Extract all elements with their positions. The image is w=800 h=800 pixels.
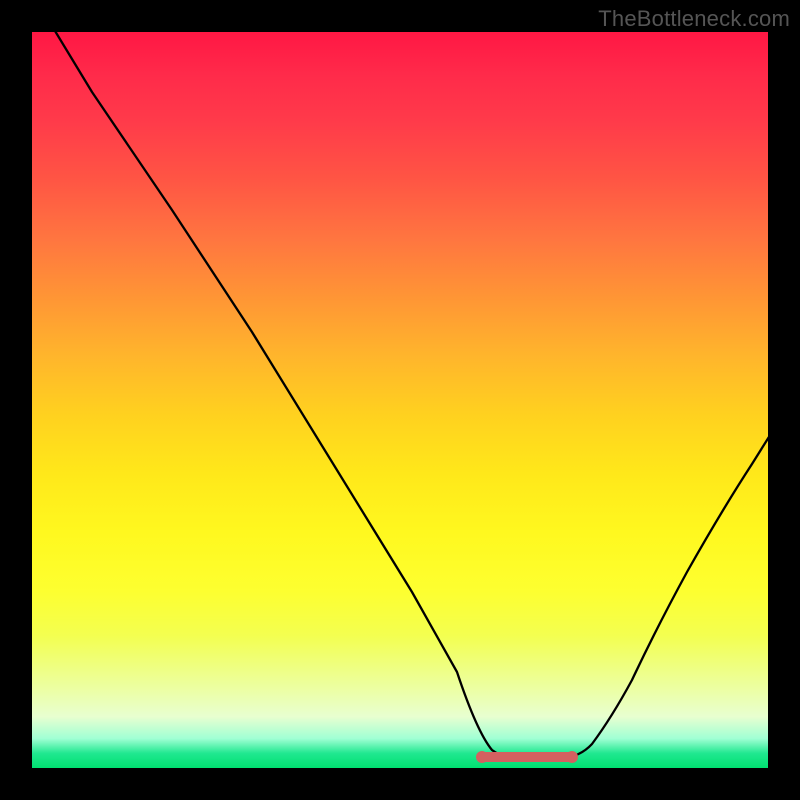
highlight-dot-right [566, 751, 578, 763]
highlight-dot-left [476, 751, 488, 763]
plot-area [32, 32, 768, 768]
attribution-text: TheBottleneck.com [598, 6, 790, 32]
bottleneck-curve [52, 32, 768, 758]
chart-svg [32, 32, 768, 768]
